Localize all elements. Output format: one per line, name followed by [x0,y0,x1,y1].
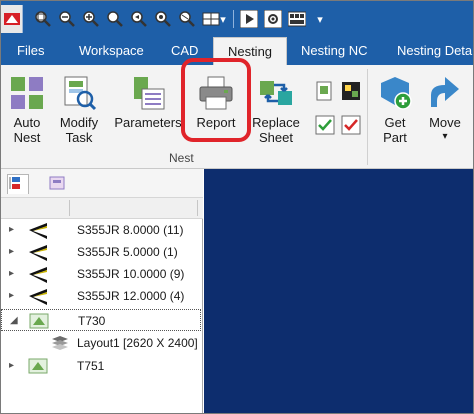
tree-row-layout[interactable]: Layout1 [2620 X 2400] [1,332,201,354]
collapse-arrow-icon[interactable]: ◢ [10,315,18,326]
tab-files[interactable]: Files [17,37,44,65]
play-icon[interactable] [239,9,259,29]
zoom-fit-icon[interactable] [177,9,197,29]
tree-view-tab[interactable] [7,174,29,194]
replace-sheet-icon [260,81,292,105]
tree-row-task[interactable]: ▸ T751 [1,355,201,377]
settings-icon[interactable] [263,9,283,29]
tree-row-material[interactable]: ▸ S355JR 12.0000 (4) [1,285,201,307]
quick-access-toolbar: ▾ ▾ [1,1,473,37]
tree-row-task-selected[interactable]: ◢ T730 [1,309,201,331]
ribbon-separator [367,69,368,165]
column-divider[interactable] [69,200,70,216]
ribbon-group-label: Nest [169,151,194,165]
app-menu-button[interactable] [1,5,23,33]
list-view-tab[interactable] [47,174,69,194]
auto-nest-button[interactable]: Auto Nest [5,65,49,149]
nest-task-icon [29,313,49,329]
modify-task-icon [64,76,97,111]
parameters-icon [134,77,165,110]
tree-row-material[interactable]: ▸ S355JR 8.0000 (11) [1,219,201,241]
material-sheet-icon [29,223,47,239]
parameters-button[interactable]: Parameters [113,65,183,149]
expand-arrow-icon[interactable]: ▸ [9,224,14,235]
zoom-extents-icon[interactable] [33,9,53,29]
report-highlight [181,58,251,142]
nesting-canvas[interactable] [204,169,473,413]
tab-workspace[interactable]: Workspace [79,37,144,65]
nest-tree-pane: ▸ S355JR 8.0000 (11) ▸ S355JR 5.0000 (1)… [1,169,203,413]
move-button[interactable]: Move ▾ [421,65,469,149]
nest-task-icon [28,358,48,374]
sheet-yellow-icon[interactable] [341,81,361,101]
replace-sheet-button[interactable]: Replace Sheet [251,65,301,149]
grid-dropdown-icon[interactable]: ▾ [217,9,229,29]
zoom-out-icon[interactable] [57,9,77,29]
modify-task-button[interactable]: Modify Task [53,65,105,149]
auto-nest-icon [11,77,43,109]
zoom-all-icon[interactable] [153,9,173,29]
zoom-window-icon[interactable] [105,9,125,29]
move-dropdown-icon[interactable]: ▾ [421,129,469,144]
sheet-green-icon[interactable] [315,81,335,101]
material-sheet-icon [29,289,47,305]
move-arrow-icon [431,77,459,107]
toolbar-separator [233,10,234,28]
column-divider[interactable] [197,200,198,216]
tab-nesting-nc[interactable]: Nesting NC [301,37,367,65]
check-green-icon[interactable] [315,115,335,135]
expand-arrow-icon[interactable]: ▸ [9,360,14,371]
zoom-in-icon[interactable] [81,9,101,29]
customize-toolbar-icon[interactable]: ▾ [313,9,327,29]
tree-row-material[interactable]: ▸ S355JR 5.0000 (1) [1,241,201,263]
material-sheet-icon [29,267,47,283]
expand-arrow-icon[interactable]: ▸ [9,268,14,279]
check-red-icon[interactable] [341,115,361,135]
tree-column-header [1,197,203,219]
tab-nesting-details[interactable]: Nesting Detai [397,37,473,65]
layout-icon[interactable] [287,9,307,29]
get-part-icon [381,77,412,110]
zoom-previous-icon[interactable] [129,9,149,29]
expand-arrow-icon[interactable]: ▸ [9,246,14,257]
material-sheet-icon [29,245,47,261]
expand-arrow-icon[interactable]: ▸ [9,290,14,301]
app-logo-icon [4,13,20,25]
app-window: ▾ ▾ Files Workspace CAD Nesting Nesting … [0,0,474,414]
get-part-button[interactable]: Get Part [373,65,417,149]
pane-toolbar [1,169,203,197]
layout-stack-icon [52,336,68,350]
tree-row-material[interactable]: ▸ S355JR 10.0000 (9) [1,263,201,285]
